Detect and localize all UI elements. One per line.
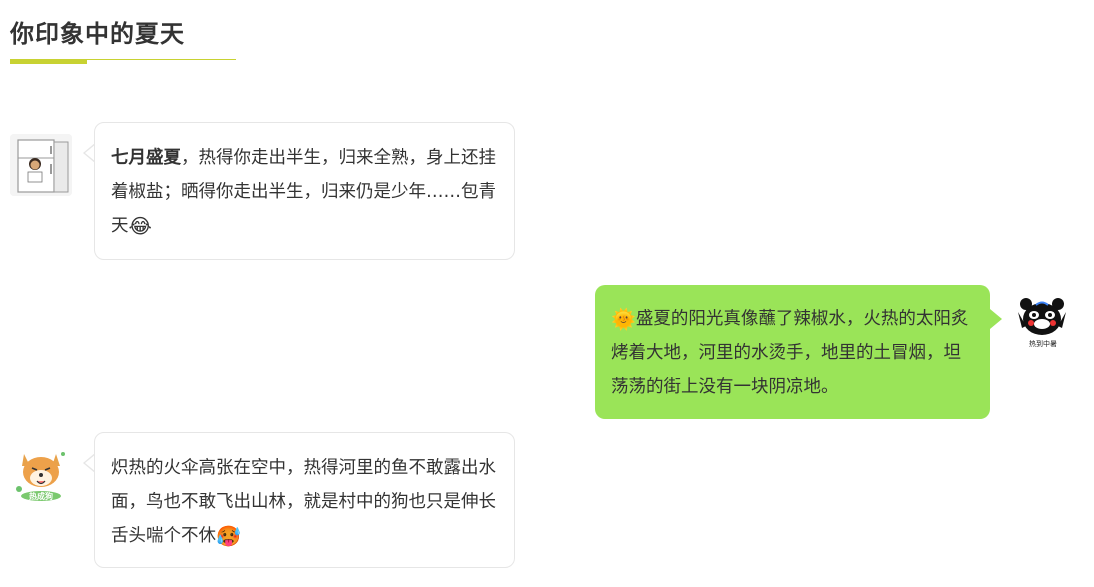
shiba-dog-avatar-icon: 热成狗 <box>10 444 72 506</box>
page-title: 你印象中的夏天 <box>10 20 185 48</box>
avatar-kumamon[interactable]: 热到中暑 <box>1012 292 1074 354</box>
kumamon-avatar-icon: 热到中暑 <box>1012 292 1074 354</box>
message-bubble-2: 🌞盛夏的阳光真像蘸了辣椒水，火热的太阳炙烤着大地，河里的水烫手，地里的土冒烟，坦… <box>595 285 990 419</box>
message-bubble-3: 炽热的火伞高张在空中，热得河里的鱼不敢露出水面，鸟也不敢飞出山林，就是村中的狗也… <box>94 432 515 568</box>
message-text: 炽热的火伞高张在空中，热得河里的鱼不敢露出水面，鸟也不敢飞出山林，就是村中的狗也… <box>111 458 496 546</box>
avatar-refrigerator-man[interactable] <box>10 134 72 196</box>
avatar-caption: 热到中暑 <box>1029 339 1057 348</box>
avatar-caption: 热成狗 <box>29 491 53 501</box>
title-underline-accent <box>10 59 87 64</box>
sun-emoji-icon: 🌞 <box>611 307 636 331</box>
chat-page: 你印象中的夏天 七月盛夏，热得你走出半生，归来全熟，身上还挂着椒盐；晒得你走出半… <box>0 0 1094 587</box>
avatar-shiba-dog[interactable]: 热成狗 <box>10 444 72 506</box>
message-text: 盛夏的阳光真像蘸了辣椒水，火热的太阳炙烤着大地，河里的水烫手，地里的土冒烟，坦荡… <box>611 309 969 397</box>
message-bubble-1: 七月盛夏，热得你走出半生，归来全熟，身上还挂着椒盐；晒得你走出半生，归来仍是少年… <box>94 122 515 260</box>
laughing-crying-emoji-icon: 😂 <box>128 214 152 238</box>
message-lead: 七月盛夏 <box>111 148 181 168</box>
refrigerator-man-avatar-icon <box>10 134 72 196</box>
husky-tongue-emoji-icon: 🥵 <box>216 524 241 548</box>
bubble-tail <box>990 309 1002 329</box>
